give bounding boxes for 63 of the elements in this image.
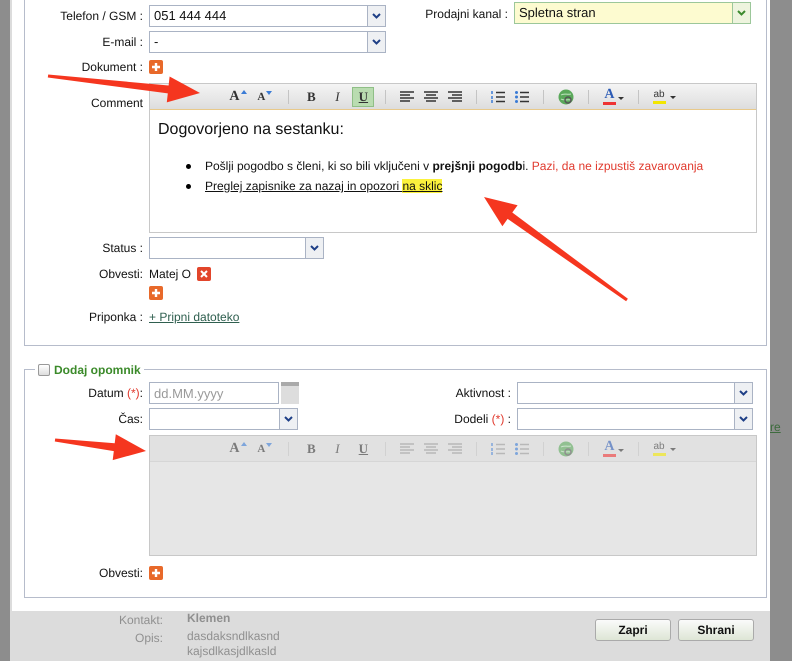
field-label: Opis: (134, 630, 163, 647)
field-label: Dodeli (*) : (453, 411, 511, 428)
bullet-icon (186, 164, 191, 168)
field-label: Čas: (117, 411, 143, 428)
list-item-text: Pošlji pogodbo s členi, ki so bili vključeni v prejšnji pogodbi. Pazi, da ne izpustiš zavarovanja (205, 158, 704, 175)
field-label: Prodajni kanal : (424, 6, 508, 23)
highlight-button[interactable]: ab (652, 89, 676, 104)
time-select[interactable] (149, 408, 298, 430)
field-label: Dokument : (80, 59, 143, 76)
activity-select[interactable] (517, 382, 753, 404)
select-value: Spletna stran (518, 4, 597, 22)
caret-icon (372, 13, 381, 19)
add-icon[interactable] (149, 566, 163, 580)
bullet-icon (186, 184, 191, 188)
section-title: Dodaj opomnik (54, 362, 141, 379)
caret-icon (737, 10, 746, 16)
checkbox[interactable] (38, 364, 50, 376)
field-label: Datum (*): (87, 385, 143, 402)
bullet-list-icon[interactable] (515, 90, 530, 102)
editor-heading: Dogovorjeno na sestanku: (158, 120, 345, 140)
add-icon[interactable] (149, 286, 163, 300)
shrink-font-button[interactable]: A (257, 88, 276, 106)
field-label: E-mail : (101, 34, 143, 51)
align-right-icon[interactable] (448, 90, 462, 102)
field-label: Aktivnost : (454, 385, 511, 402)
assign-select[interactable] (517, 408, 753, 430)
dialog-button[interactable]: Zapri (595, 619, 671, 641)
bold-button[interactable]: B (300, 86, 322, 106)
underline-button[interactable]: U (352, 86, 374, 106)
font-color-button[interactable]: A (603, 88, 624, 105)
field-value: Klemen (187, 611, 230, 627)
field-label: Priponka : (88, 309, 143, 326)
grow-font-button[interactable]: A (229, 88, 250, 106)
select-value: 051 444 444 (153, 7, 228, 25)
caret-icon (372, 39, 381, 45)
dialog-button[interactable]: Shrani (678, 619, 754, 641)
align-center-icon[interactable] (424, 90, 438, 102)
field-label: Telefon / GSM : (59, 8, 143, 25)
caret-icon (310, 245, 319, 251)
date-field[interactable]: dd.MM.yyyy (149, 382, 279, 404)
field-label: Status : (101, 240, 143, 257)
select-value: - (153, 33, 160, 51)
field-value: dasdaksndlkasnd kajsdlkasjdlkasld (187, 629, 280, 659)
field-label: Obvesti: (98, 266, 143, 283)
calendar-icon[interactable] (281, 382, 299, 404)
phone-select[interactable]: 051 444 444 (149, 5, 386, 27)
caret-icon (739, 390, 748, 396)
attach-file-link[interactable]: + Pripni datoteko (149, 308, 240, 326)
field-label: Kontakt: (118, 612, 163, 629)
caret-icon (284, 416, 293, 422)
field-label: Comment (90, 95, 143, 112)
align-left-icon[interactable] (400, 90, 414, 102)
globe-link-icon[interactable] (558, 88, 574, 104)
caret-icon (739, 416, 748, 422)
email-select[interactable]: - (149, 31, 386, 53)
remove-icon[interactable] (197, 267, 212, 281)
field-label: Obvesti: (98, 565, 143, 582)
status-select[interactable] (149, 237, 324, 259)
person-name: Matej O (149, 266, 192, 283)
numbered-list-icon[interactable] (491, 90, 506, 102)
add-icon[interactable] (149, 60, 163, 74)
channel-select[interactable]: Spletna stran (514, 2, 751, 24)
italic-button[interactable]: I (326, 86, 348, 106)
